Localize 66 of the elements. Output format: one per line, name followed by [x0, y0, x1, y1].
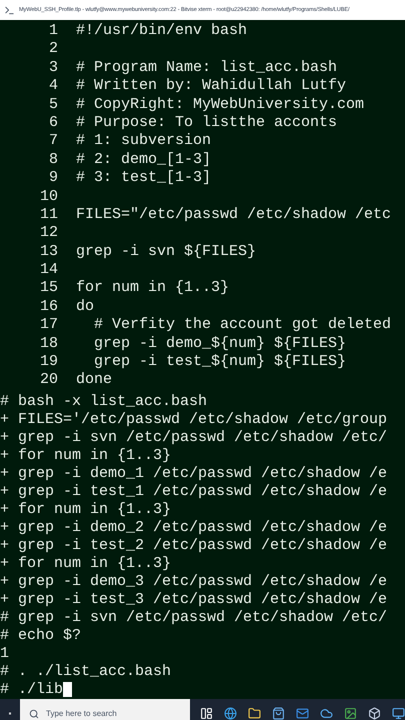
line-number: 14 — [40, 261, 58, 280]
mail-icon[interactable] — [296, 707, 309, 720]
terminal-line: # ./lib — [0, 680, 64, 700]
terminal-line: # grep -i svn /etc/passwd /etc/shadow /etc/ — [0, 608, 388, 628]
shopping-bag-icon[interactable] — [272, 707, 285, 720]
line-number: 5 — [48, 96, 58, 114]
line-number: 19 — [40, 353, 58, 372]
terminal-line: + grep -i test_3 /etc/passwd /etc/shadow /e — [0, 590, 388, 610]
search-icon — [29, 708, 39, 719]
line-number: 9 — [48, 169, 58, 188]
code-line: # 2: demo_[1-3] — [76, 150, 212, 170]
code-line: # CopyRight: MyWebUniversity.com — [76, 96, 364, 114]
line-number: 11 — [40, 206, 58, 224]
code-line: for num in {1..3} — [76, 279, 230, 298]
search-field[interactable]: Type here to search — [20, 698, 190, 720]
monitor-icon[interactable] — [392, 707, 405, 720]
cube-icon[interactable] — [368, 707, 381, 720]
cloud-icon[interactable] — [320, 707, 333, 720]
line-number: 13 — [40, 242, 58, 262]
line-number: 4 — [48, 77, 58, 96]
terminal-line: + grep -i test_2 /etc/passwd /etc/shadow /e — [0, 536, 388, 556]
line-number: 3 — [48, 58, 58, 78]
terminal-line: # echo $? — [0, 626, 82, 646]
code-line: grep -i test_${num} ${FILES} — [93, 353, 346, 372]
code-line: grep -i demo_${num} ${FILES} — [93, 334, 346, 354]
code-line: # Purpose: To listthe acconts — [76, 114, 338, 132]
terminal-line: # . ./list_acc.bash — [0, 662, 172, 682]
terminal-line: + grep -i svn /etc/passwd /etc/shadow /etc/ — [0, 428, 388, 448]
code-line: do — [76, 298, 94, 316]
terminal-line: # bash -x list_acc.bash — [0, 392, 208, 412]
line-number: 7 — [48, 132, 58, 151]
line-number: 6 — [48, 114, 58, 132]
terminal-line: + grep -i demo_2 /etc/passwd /etc/shadow /e — [0, 518, 388, 538]
task-view-icon[interactable] — [200, 707, 213, 720]
line-number: 18 — [40, 334, 58, 354]
line-number: 16 — [40, 298, 58, 316]
terminal-line: + for num in {1..3} — [0, 554, 172, 574]
code-line: FILES="/etc/passwd /etc/shadow /etc — [76, 206, 392, 224]
line-number: 8 — [48, 150, 58, 170]
code-line: # 3: test_[1-3] — [76, 169, 212, 188]
app-icon — [4, 4, 15, 16]
line-number: 2 — [48, 40, 58, 59]
code-line: # 1: subversion — [76, 132, 212, 151]
folder-icon[interactable] — [248, 707, 261, 720]
code-line: done — [76, 371, 112, 390]
line-number: 1 — [48, 22, 58, 40]
line-number: 12 — [40, 224, 58, 243]
line-number: 20 — [40, 371, 58, 390]
terminal-line: + grep -i test_1 /etc/passwd /etc/shadow /e — [0, 482, 388, 502]
code-line: # Program Name: list_acc.bash — [76, 58, 338, 78]
image-icon[interactable] — [344, 707, 357, 720]
terminal-line: + FILES='/etc/passwd /etc/shadow /etc/group — [0, 410, 388, 430]
code-line: # Written by: Wahidullah Lutfy — [76, 77, 346, 96]
line-number: 17 — [40, 316, 58, 335]
code-line: grep -i svn ${FILES} — [76, 242, 256, 262]
cursor — [63, 682, 72, 698]
line-number: 15 — [40, 279, 58, 298]
code-line: # Verfity the account got deleted — [93, 316, 392, 335]
line-number: 10 — [40, 188, 58, 206]
terminal-line: + grep -i demo_3 /etc/passwd /etc/shadow /e — [0, 572, 388, 592]
terminal-line: + for num in {1..3} — [0, 446, 172, 466]
globe-icon[interactable] — [224, 707, 237, 720]
code-line: #!/usr/bin/env bash — [76, 22, 248, 40]
terminal-line: + grep -i demo_1 /etc/passwd /etc/shadow /e — [0, 464, 388, 484]
terminal-line: 1 — [0, 644, 10, 664]
terminal-line: + for num in {1..3} — [0, 500, 172, 520]
